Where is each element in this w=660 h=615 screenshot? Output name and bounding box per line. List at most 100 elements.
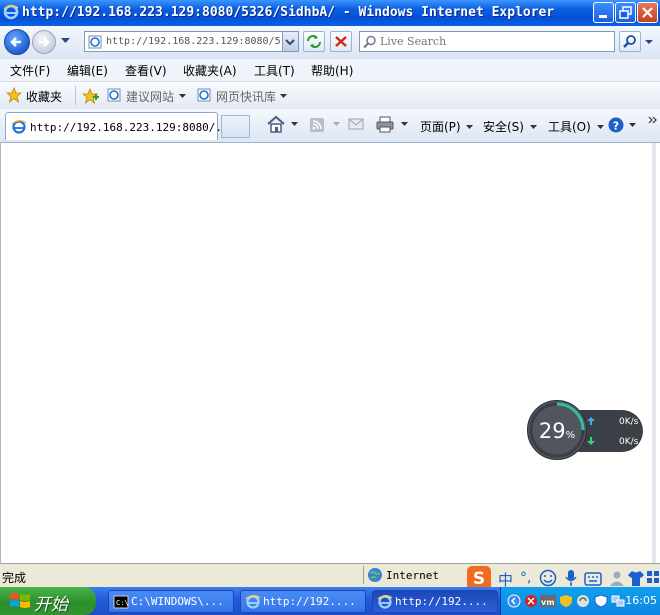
feed-dropdown-icon[interactable] bbox=[333, 122, 340, 127]
svg-text:?: ? bbox=[613, 120, 619, 133]
tools-menu-button[interactable]: 工具(O) bbox=[548, 118, 604, 135]
favorites-separator bbox=[75, 86, 76, 105]
zone-label: Internet bbox=[386, 569, 439, 582]
help-icon: ? bbox=[608, 117, 624, 133]
settings-grid-icon[interactable] bbox=[646, 569, 660, 587]
task-title: http://192.... bbox=[263, 595, 356, 608]
chevron-down-icon bbox=[179, 94, 186, 98]
web-page-content[interactable] bbox=[0, 143, 656, 563]
refresh-button[interactable] bbox=[303, 31, 325, 52]
url-input[interactable] bbox=[106, 33, 282, 50]
add-to-favorites-icon[interactable] bbox=[82, 88, 100, 104]
upload-speed: 0K/s bbox=[619, 417, 639, 427]
rss-feed-icon[interactable] bbox=[309, 117, 325, 133]
print-icon[interactable] bbox=[375, 115, 395, 133]
search-input[interactable] bbox=[380, 33, 610, 50]
svg-text:vm: vm bbox=[541, 598, 555, 607]
browser-tab[interactable]: http://192.168.223.129:8080/... bbox=[5, 112, 235, 140]
menu-view[interactable]: 查看(V) bbox=[125, 62, 167, 79]
home-dropdown-icon[interactable] bbox=[291, 122, 298, 127]
page-menu-button[interactable]: 页面(P) bbox=[420, 118, 474, 135]
minimize-button[interactable] bbox=[593, 2, 614, 23]
microphone-icon[interactable] bbox=[564, 569, 578, 587]
favorites-label: 收藏夹 bbox=[26, 90, 63, 104]
windows-logo-icon bbox=[10, 593, 30, 608]
new-tab-button[interactable] bbox=[221, 115, 250, 138]
system-tray: vm 16:05 bbox=[500, 587, 660, 615]
home-icon[interactable] bbox=[266, 115, 286, 133]
page-menu-label: 页面(P) bbox=[420, 120, 461, 134]
tray-arrow-icon[interactable] bbox=[507, 594, 521, 608]
chevron-down-icon bbox=[628, 122, 636, 127]
recent-pages-dropdown-icon[interactable] bbox=[61, 38, 70, 44]
tab-title: http://192.168.223.129:8080/... bbox=[30, 121, 236, 134]
restore-button[interactable] bbox=[615, 2, 636, 23]
window-title: http://192.168.223.129:8080/5326/SidhbA/… bbox=[22, 5, 555, 20]
stop-button[interactable] bbox=[330, 31, 352, 52]
vmware-tools-icon[interactable]: vm bbox=[540, 595, 556, 607]
back-arrow-icon bbox=[10, 37, 21, 47]
ie-logo-icon bbox=[11, 120, 27, 134]
taskbar-item-ie-1[interactable]: http://192.... bbox=[240, 590, 366, 613]
search-go-button[interactable] bbox=[619, 31, 641, 52]
emoji-icon[interactable] bbox=[539, 569, 557, 587]
clock[interactable]: 16:05 bbox=[625, 594, 657, 607]
taskbar: 开始 C:\ C:\WINDOWS\... http://192.... htt… bbox=[0, 587, 660, 615]
search-go-icon bbox=[623, 35, 636, 48]
upload-arrow-icon bbox=[587, 417, 595, 425]
update-icon[interactable] bbox=[576, 594, 590, 608]
svg-text:S: S bbox=[473, 569, 485, 589]
navigation-bar bbox=[0, 26, 660, 60]
menu-favorites[interactable]: 收藏夹(A) bbox=[183, 62, 237, 79]
ie-page-icon bbox=[107, 88, 121, 102]
security-shield-icon[interactable] bbox=[559, 594, 573, 608]
page-icon bbox=[88, 35, 102, 49]
title-bar[interactable]: http://192.168.223.129:8080/5326/SidhbA/… bbox=[0, 0, 660, 26]
task-title: http://192.... bbox=[395, 595, 488, 608]
start-label: 开始 bbox=[34, 595, 68, 615]
tab-command-bar: http://192.168.223.129:8080/... 页面(P) 安全… bbox=[0, 109, 660, 143]
menu-help[interactable]: 帮助(H) bbox=[311, 62, 353, 79]
taskbar-item-ie-2[interactable]: http://192.... bbox=[372, 590, 498, 613]
favorites-bar: 收藏夹 建议网站 网页快讯库 bbox=[0, 82, 660, 110]
address-bar[interactable] bbox=[84, 31, 299, 52]
download-speed: 0K/s bbox=[619, 437, 639, 447]
taskbar-item-cmd[interactable]: C:\ C:\WINDOWS\... bbox=[108, 590, 234, 613]
chevron-down-icon bbox=[596, 125, 604, 129]
safety-menu-button[interactable]: 安全(S) bbox=[483, 118, 537, 135]
close-button[interactable] bbox=[637, 2, 658, 23]
network-shield-icon[interactable] bbox=[594, 594, 608, 608]
punctuation-icon[interactable]: °, bbox=[518, 567, 530, 587]
skin-shirt-icon[interactable] bbox=[627, 569, 645, 587]
refresh-icon bbox=[307, 35, 321, 48]
chevron-down-icon bbox=[466, 125, 474, 129]
web-slice-gallery-label: 网页快讯库 bbox=[216, 90, 277, 104]
network-speed-widget[interactable]: 29% 0K/s 0K/s bbox=[527, 400, 643, 462]
ie-page-icon bbox=[197, 88, 211, 102]
user-icon[interactable] bbox=[608, 569, 626, 587]
menu-file[interactable]: 文件(F) bbox=[10, 62, 50, 79]
address-dropdown-button[interactable] bbox=[282, 32, 298, 51]
forward-button[interactable] bbox=[32, 30, 56, 54]
ie-logo-icon bbox=[377, 595, 393, 609]
help-button[interactable]: ? bbox=[607, 116, 636, 134]
stop-icon bbox=[335, 36, 347, 47]
globe-icon bbox=[368, 568, 382, 582]
back-button[interactable] bbox=[4, 29, 30, 55]
antivirus-icon[interactable] bbox=[524, 594, 538, 608]
network-connection-icon[interactable] bbox=[611, 594, 625, 608]
mail-icon[interactable] bbox=[348, 117, 364, 131]
search-box[interactable] bbox=[359, 31, 615, 52]
svg-text:C:\: C:\ bbox=[116, 599, 129, 607]
chevron-down-icon bbox=[280, 94, 287, 98]
start-button[interactable]: 开始 bbox=[0, 587, 96, 615]
chevron-down-icon bbox=[285, 39, 295, 46]
search-options-dropdown-icon[interactable] bbox=[643, 31, 655, 52]
keyboard-icon[interactable] bbox=[584, 572, 602, 586]
chevron-down-icon bbox=[529, 125, 537, 129]
print-dropdown-icon[interactable] bbox=[401, 122, 408, 127]
minimize-icon bbox=[599, 15, 607, 18]
menu-edit[interactable]: 编辑(E) bbox=[67, 62, 108, 79]
menu-tools[interactable]: 工具(T) bbox=[254, 62, 295, 79]
more-commands-icon[interactable] bbox=[648, 115, 658, 125]
